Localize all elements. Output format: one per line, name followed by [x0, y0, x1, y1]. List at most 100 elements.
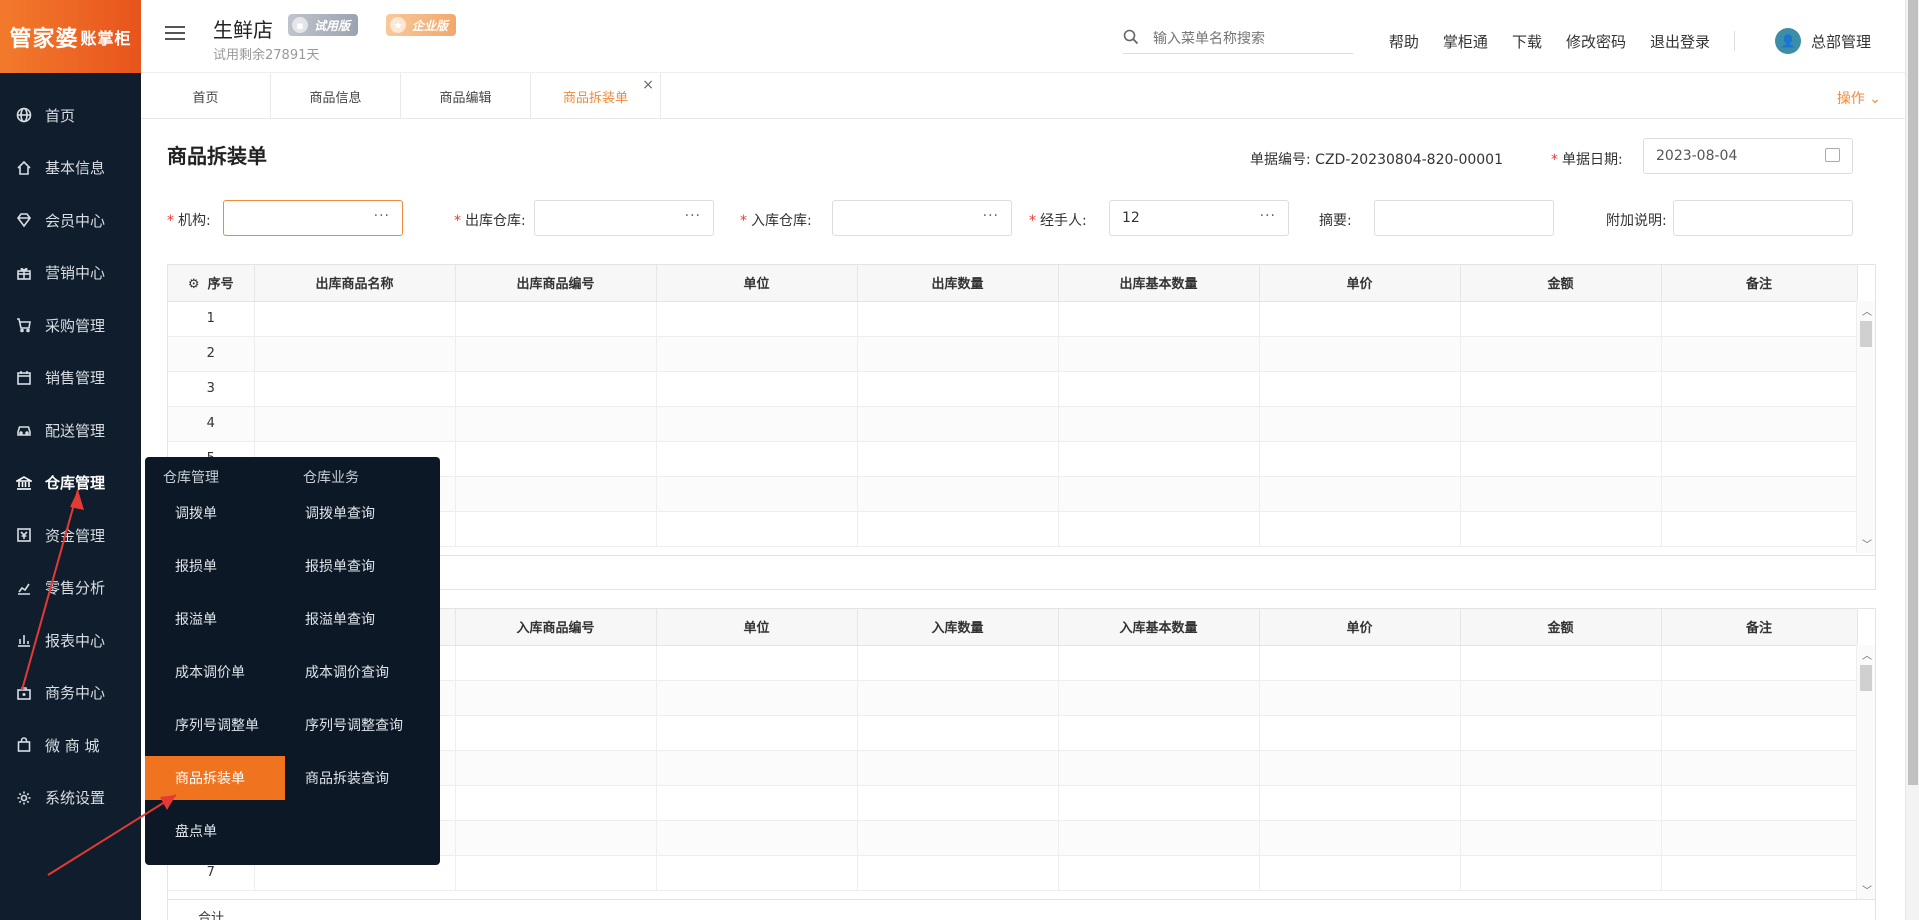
sidebar-item-12[interactable]: 微 商 城	[0, 719, 141, 772]
table-cell[interactable]	[455, 785, 657, 821]
table-cell[interactable]	[1661, 371, 1858, 407]
table-row[interactable]: 3	[168, 371, 1858, 407]
table-cell[interactable]	[455, 301, 657, 337]
table-cell[interactable]	[1661, 820, 1858, 856]
table-cell[interactable]	[1661, 476, 1858, 512]
more-icon[interactable]: ···	[983, 208, 999, 224]
table-cell[interactable]	[857, 406, 1059, 442]
table-cell[interactable]	[1058, 371, 1260, 407]
sidebar-item-10[interactable]: 报表中心	[0, 614, 141, 667]
table-cell[interactable]	[455, 406, 657, 442]
table-cell[interactable]	[656, 336, 858, 372]
chevron-down-icon[interactable]: ﹀	[1862, 536, 1872, 551]
table-cell[interactable]	[455, 855, 657, 891]
table-cell[interactable]	[1259, 336, 1461, 372]
table-cell[interactable]	[455, 511, 657, 547]
table-cell[interactable]	[1460, 406, 1662, 442]
table-cell[interactable]	[1058, 645, 1260, 681]
submenu-item[interactable]: 报损单查询	[285, 544, 435, 588]
table-cell[interactable]	[1661, 680, 1858, 716]
table-cell[interactable]	[1259, 301, 1461, 337]
table-cell[interactable]	[1460, 371, 1662, 407]
table-cell[interactable]	[857, 476, 1059, 512]
avatar[interactable]: 👤	[1774, 28, 1801, 54]
submenu-item[interactable]: 商品拆装查询	[285, 756, 435, 800]
table-cell[interactable]	[1460, 511, 1662, 547]
close-icon[interactable]: ×	[642, 77, 654, 93]
table-cell[interactable]	[1259, 511, 1461, 547]
table-cell[interactable]	[455, 680, 657, 716]
sidebar-item-1[interactable]: 基本信息	[0, 142, 141, 195]
table-cell[interactable]	[857, 511, 1059, 547]
table-cell[interactable]	[1460, 441, 1662, 477]
table-cell[interactable]	[656, 750, 858, 786]
table-row[interactable]: 4	[168, 406, 1858, 442]
table-cell[interactable]	[857, 371, 1059, 407]
table-cell[interactable]	[857, 820, 1059, 856]
table-cell[interactable]	[857, 715, 1059, 751]
table-cell[interactable]	[656, 855, 858, 891]
table-cell[interactable]	[1259, 371, 1461, 407]
table-cell[interactable]	[857, 750, 1059, 786]
table-cell[interactable]	[1460, 820, 1662, 856]
table-cell[interactable]	[857, 785, 1059, 821]
sidebar-item-6[interactable]: 配送管理	[0, 404, 141, 457]
scrollbar[interactable]: ︿ ﹀	[1856, 301, 1875, 553]
table-cell[interactable]	[1661, 301, 1858, 337]
submenu-item[interactable]: 报溢单查询	[285, 597, 435, 641]
submenu-item[interactable]: 报溢单	[145, 597, 285, 641]
table-cell[interactable]	[1259, 785, 1461, 821]
table-cell[interactable]	[1460, 750, 1662, 786]
table-cell[interactable]	[455, 645, 657, 681]
table-cell[interactable]	[1661, 511, 1858, 547]
table-cell[interactable]	[1460, 301, 1662, 337]
more-icon[interactable]: ···	[1260, 208, 1276, 224]
table-cell[interactable]	[455, 336, 657, 372]
chevron-up-icon[interactable]: ︿	[1862, 647, 1872, 662]
table-cell[interactable]	[1460, 785, 1662, 821]
table-cell[interactable]	[656, 511, 858, 547]
table-cell[interactable]	[1058, 680, 1260, 716]
zhanggui-link[interactable]: 掌柜通	[1443, 31, 1488, 52]
table-cell[interactable]	[656, 301, 858, 337]
change-password-link[interactable]: 修改密码	[1566, 31, 1626, 52]
table-cell[interactable]	[1259, 406, 1461, 442]
table-row[interactable]: 1	[168, 301, 1858, 337]
user-name[interactable]: 总部管理	[1811, 31, 1871, 52]
table-cell[interactable]	[656, 645, 858, 681]
page-scrollbar[interactable]	[1905, 0, 1919, 920]
gear-icon[interactable]: ⚙	[188, 277, 200, 292]
table-cell[interactable]	[857, 645, 1059, 681]
table-cell[interactable]	[1460, 855, 1662, 891]
menu-toggle-icon[interactable]	[165, 26, 185, 44]
table-cell[interactable]	[455, 750, 657, 786]
table-cell[interactable]	[656, 441, 858, 477]
submenu-item[interactable]: 调拨单查询	[285, 491, 435, 535]
more-icon[interactable]: ···	[374, 208, 390, 224]
app-logo[interactable]: 管家婆 账掌柜	[0, 0, 141, 73]
table-cell[interactable]	[656, 820, 858, 856]
table-cell[interactable]	[1058, 406, 1260, 442]
table-cell[interactable]	[1259, 645, 1461, 681]
table-cell[interactable]	[1259, 855, 1461, 891]
sidebar-item-13[interactable]: 系统设置	[0, 772, 141, 825]
table-cell[interactable]	[1460, 715, 1662, 751]
table-cell[interactable]	[1661, 441, 1858, 477]
table-cell[interactable]	[1058, 855, 1260, 891]
chevron-up-icon[interactable]: ︿	[1862, 303, 1872, 318]
table-cell[interactable]	[455, 715, 657, 751]
table-cell[interactable]	[1259, 715, 1461, 751]
table-cell[interactable]	[1259, 820, 1461, 856]
submenu-item[interactable]: 商品拆装单	[145, 756, 285, 800]
submenu-item[interactable]: 序列号调整查询	[285, 703, 435, 747]
scroll-thumb[interactable]	[1860, 665, 1872, 691]
table-cell[interactable]	[656, 680, 858, 716]
sidebar-item-5[interactable]: 销售管理	[0, 352, 141, 405]
sidebar-item-4[interactable]: 采购管理	[0, 299, 141, 352]
table-cell[interactable]	[254, 406, 456, 442]
table-cell[interactable]	[1058, 511, 1260, 547]
table-cell[interactable]	[656, 715, 858, 751]
scrollbar[interactable]: ︿ ﹀	[1856, 645, 1875, 899]
table-cell[interactable]	[1661, 855, 1858, 891]
table-cell[interactable]	[455, 820, 657, 856]
